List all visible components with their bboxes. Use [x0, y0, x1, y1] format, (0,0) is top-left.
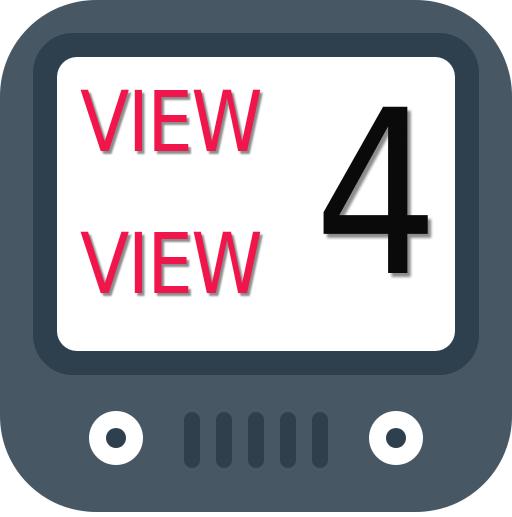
speaker-slot [184, 412, 200, 468]
screen-title-line-1: VIEW [80, 73, 263, 171]
tv-app-icon[interactable]: VIEW VIEW 4 [0, 0, 512, 512]
speaker-slot [280, 412, 296, 468]
speaker-slot [248, 412, 264, 468]
left-knob-icon [89, 411, 143, 465]
screen-title-line-2: VIEW [80, 215, 263, 313]
speaker-slot [312, 412, 328, 468]
speaker-slot [216, 412, 232, 468]
channel-number: 4 [314, 61, 439, 327]
right-knob-icon [369, 411, 423, 465]
